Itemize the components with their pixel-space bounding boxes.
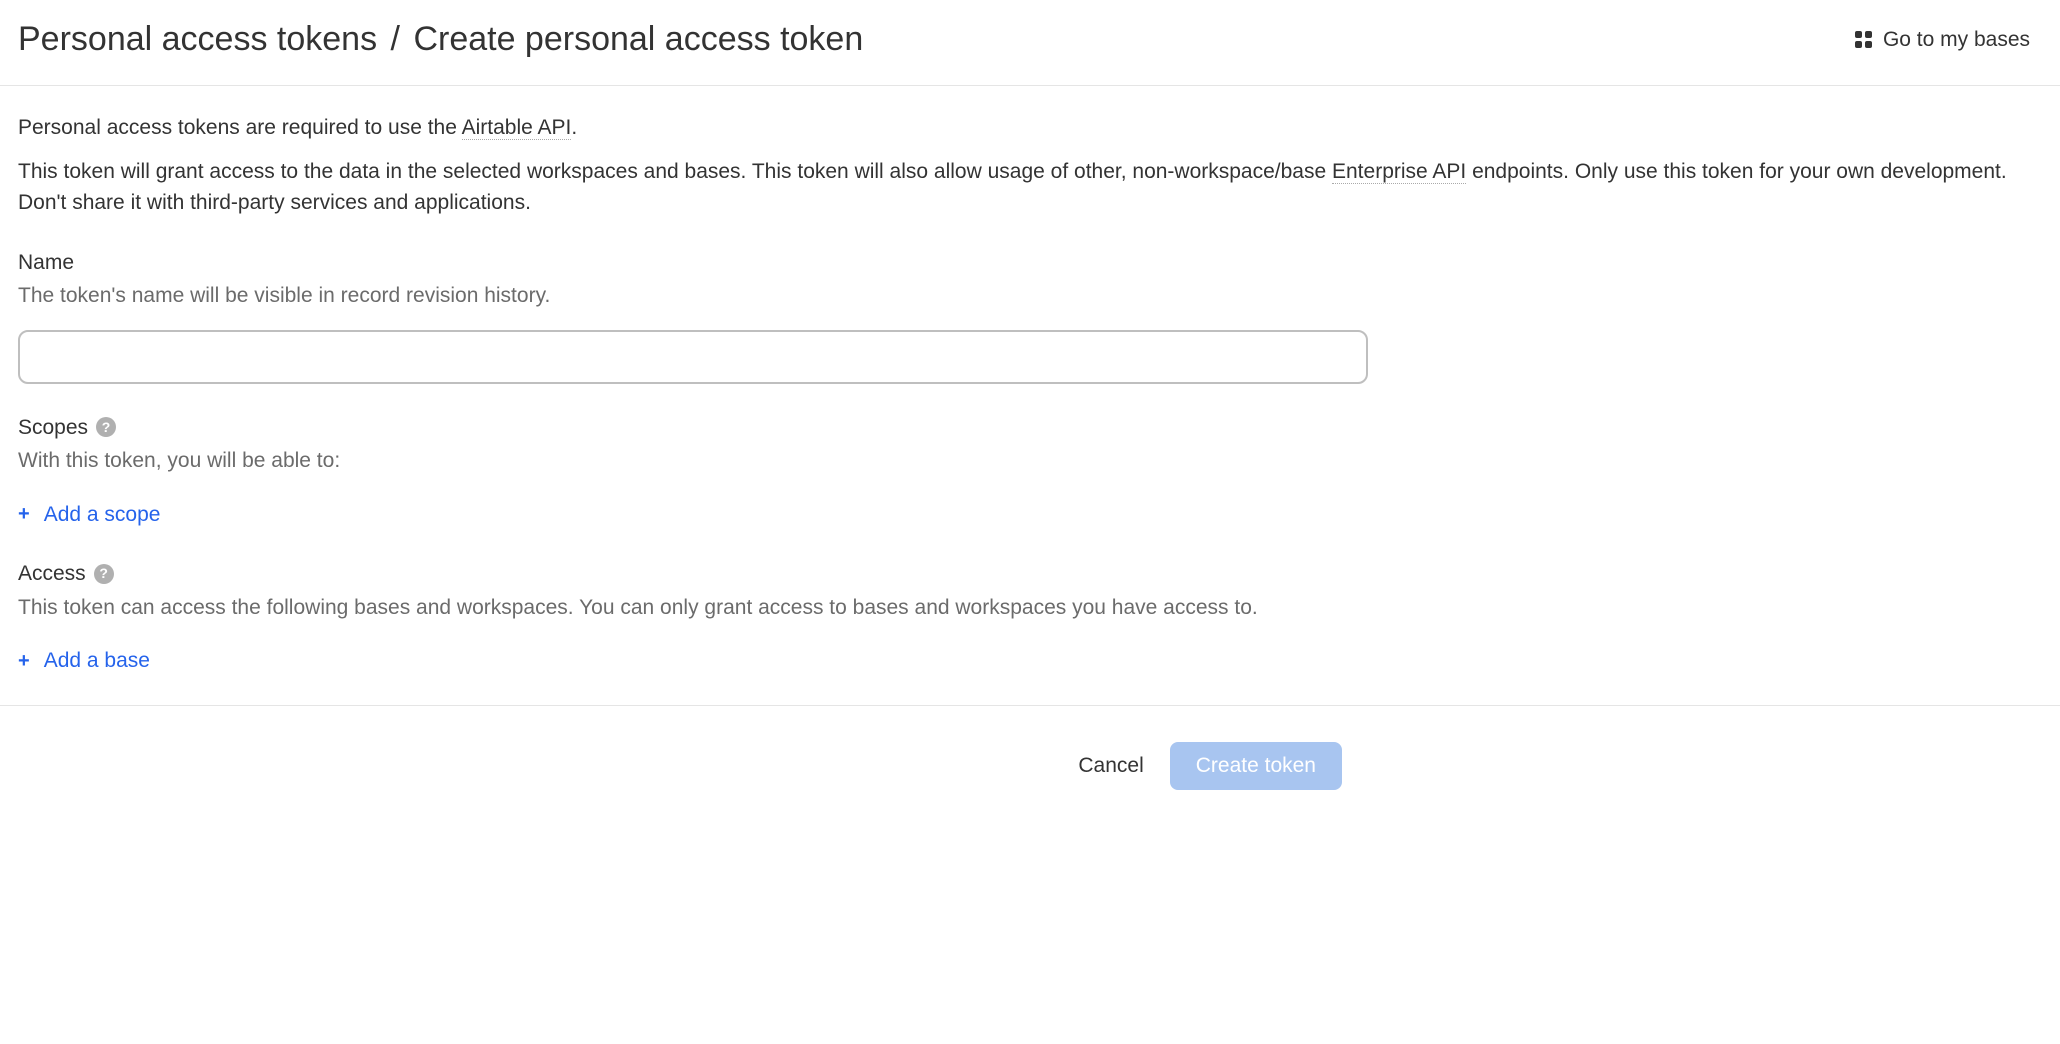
scopes-help-text: With this token, you will be able to: xyxy=(18,445,2042,477)
help-icon[interactable]: ? xyxy=(96,417,116,437)
breadcrumb-separator: / xyxy=(391,20,400,58)
add-scope-label: Add a scope xyxy=(44,499,161,531)
name-label: Name xyxy=(18,247,2042,279)
plus-icon: + xyxy=(18,504,30,524)
access-help-text: This token can access the following base… xyxy=(18,592,2042,624)
access-section: Access ? This token can access the follo… xyxy=(18,558,2042,677)
breadcrumb-parent[interactable]: Personal access tokens xyxy=(18,20,377,58)
scopes-label: Scopes xyxy=(18,412,88,444)
add-base-label: Add a base xyxy=(44,645,150,677)
breadcrumb-current: Create personal access token xyxy=(413,20,863,58)
go-to-bases-label: Go to my bases xyxy=(1883,24,2030,56)
cancel-button[interactable]: Cancel xyxy=(1078,754,1143,778)
scopes-section: Scopes ? With this token, you will be ab… xyxy=(18,412,2042,531)
enterprise-api-link[interactable]: Enterprise API xyxy=(1332,160,1466,184)
create-token-button[interactable]: Create token xyxy=(1170,742,1342,790)
intro-text: Personal access tokens are required to u… xyxy=(18,112,2042,219)
breadcrumb: Personal access tokens / Create personal… xyxy=(18,14,863,65)
add-scope-button[interactable]: + Add a scope xyxy=(18,499,160,531)
access-label: Access xyxy=(18,558,86,590)
airtable-api-link[interactable]: Airtable API xyxy=(462,116,572,140)
grid-icon xyxy=(1855,31,1873,49)
add-base-button[interactable]: + Add a base xyxy=(18,645,150,677)
name-input[interactable] xyxy=(18,330,1368,384)
name-help-text: The token's name will be visible in reco… xyxy=(18,280,2042,312)
page-header: Personal access tokens / Create personal… xyxy=(0,0,2060,86)
name-section: Name The token's name will be visible in… xyxy=(18,247,2042,384)
plus-icon: + xyxy=(18,651,30,671)
footer-actions: Cancel Create token xyxy=(0,706,1360,810)
help-icon[interactable]: ? xyxy=(94,564,114,584)
go-to-bases-link[interactable]: Go to my bases xyxy=(1855,24,2042,56)
